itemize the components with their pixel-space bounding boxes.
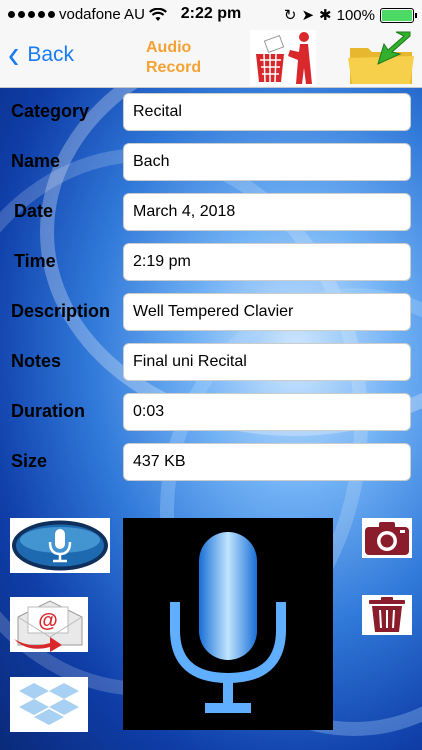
microphone-button-icon (10, 518, 110, 573)
duration-field[interactable]: 0:03 (123, 393, 411, 431)
battery-percent: 100% (336, 6, 375, 24)
name-label: Name (11, 151, 61, 171)
duration-row: Duration 0:03 (0, 393, 422, 431)
title-line-1: Audio (146, 39, 192, 56)
date-row: Date March 4, 2018 (0, 193, 422, 231)
bluetooth-icon: ✱ (319, 7, 332, 24)
battery-icon (380, 7, 417, 23)
page-title: Audio Record (146, 38, 201, 78)
duration-label: Duration (11, 401, 85, 421)
delete-button[interactable] (362, 595, 412, 635)
size-field[interactable]: 437 KB (123, 443, 411, 481)
time-field[interactable]: 2:19 pm (123, 243, 411, 281)
date-label: Date (14, 201, 54, 221)
status-bar: vodafone AU 2:22 pm ↻ ➤ ✱ 100% (0, 0, 422, 30)
notes-field[interactable]: Final uni Recital (123, 343, 411, 381)
email-at-symbol: @ (38, 610, 58, 632)
email-icon: @ (10, 597, 88, 652)
folder-save-icon (348, 31, 414, 84)
play-recording-button[interactable] (10, 518, 110, 573)
delete-record-button[interactable] (250, 30, 316, 86)
name-field[interactable]: Bach (123, 143, 411, 181)
category-row: Category Recital (0, 93, 422, 131)
description-field[interactable]: Well Tempered Clavier (123, 293, 411, 331)
chevron-left-icon: ‹ (8, 32, 20, 78)
back-label: Back (27, 43, 75, 66)
time-row: Time 2:19 pm (0, 243, 422, 281)
category-field[interactable]: Recital (123, 93, 411, 131)
description-label: Description (11, 301, 111, 321)
notes-row: Notes Final uni Recital (0, 343, 422, 381)
name-row: Name Bach (0, 143, 422, 181)
trash-icon (362, 595, 412, 635)
email-button[interactable]: @ (10, 597, 88, 652)
time-label: Time (14, 251, 56, 271)
camera-icon (362, 518, 412, 558)
description-row: Description Well Tempered Clavier (0, 293, 422, 331)
date-field[interactable]: March 4, 2018 (123, 193, 411, 231)
trash-icon (250, 30, 316, 86)
size-label: Size (11, 451, 48, 471)
title-line-2: Record (146, 59, 202, 76)
save-record-button[interactable] (348, 30, 414, 86)
size-row: Size 437 KB (0, 443, 422, 481)
location-icon: ➤ (301, 7, 315, 24)
orientation-lock-icon: ↻ (283, 7, 297, 24)
microphone-icon (170, 532, 286, 713)
category-label: Category (11, 101, 90, 121)
dropbox-icon (10, 677, 88, 732)
navigation-bar: ‹ Back Audio Record (0, 30, 422, 88)
back-button[interactable]: ‹ Back (8, 32, 75, 78)
dropbox-button[interactable] (10, 677, 88, 732)
camera-button[interactable] (362, 518, 412, 558)
record-microphone-panel[interactable] (123, 518, 333, 730)
notes-label: Notes (11, 351, 62, 371)
status-right: ↻ ➤ ✱ 100% (283, 6, 417, 24)
